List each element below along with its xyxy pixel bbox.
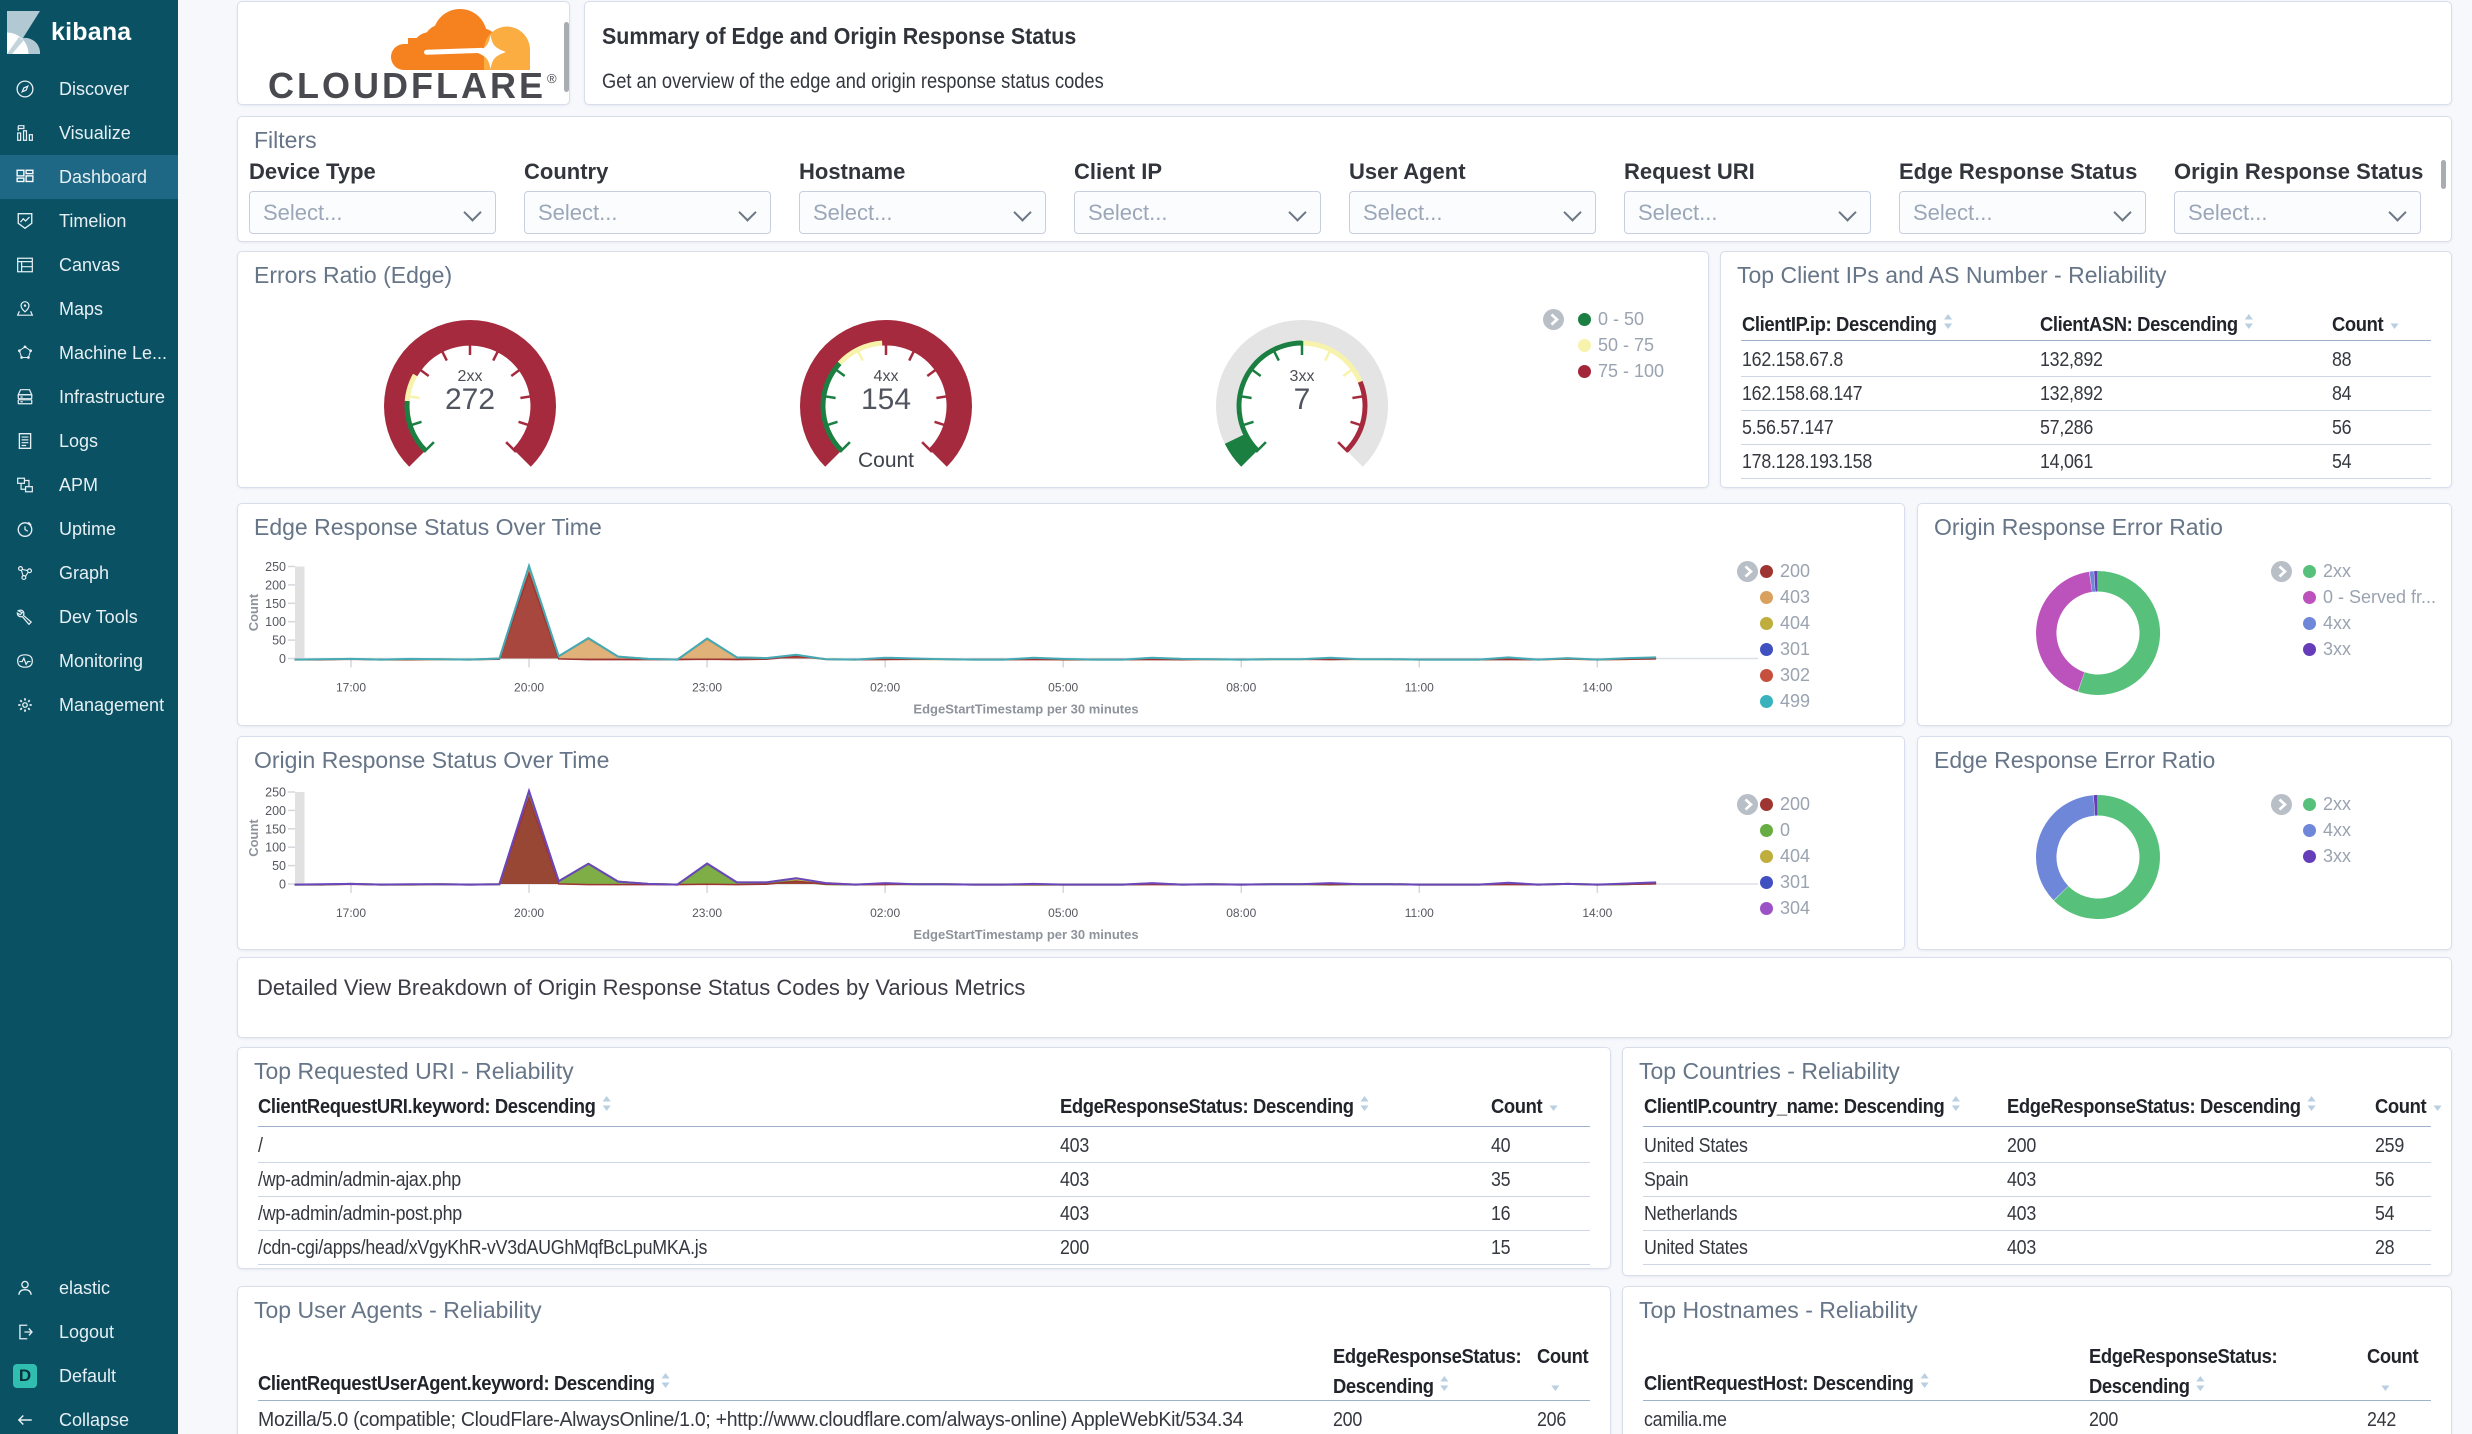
svg-text:200: 200 <box>265 804 286 818</box>
svg-text:272: 272 <box>445 383 495 416</box>
svg-text:7: 7 <box>1294 383 1311 416</box>
svg-text:EdgeStartTimestamp per 30 minu: EdgeStartTimestamp per 30 minutes <box>913 927 1138 942</box>
svg-text:14:00: 14:00 <box>1582 681 1612 695</box>
svg-text:17:00: 17:00 <box>336 906 366 920</box>
svg-text:0: 0 <box>279 878 286 892</box>
svg-text:Count: Count <box>858 449 914 472</box>
svg-text:11:00: 11:00 <box>1405 906 1434 920</box>
svg-text:08:00: 08:00 <box>1226 906 1256 920</box>
svg-text:0: 0 <box>279 652 286 666</box>
svg-text:250: 250 <box>265 786 286 800</box>
svg-text:23:00: 23:00 <box>692 681 722 695</box>
svg-text:150: 150 <box>265 597 286 611</box>
svg-text:02:00: 02:00 <box>870 681 900 695</box>
svg-text:20:00: 20:00 <box>514 681 544 695</box>
svg-text:14:00: 14:00 <box>1582 906 1612 920</box>
svg-text:17:00: 17:00 <box>336 681 366 695</box>
svg-text:05:00: 05:00 <box>1048 906 1078 920</box>
svg-text:50: 50 <box>272 859 286 873</box>
svg-text:CLOUDFLARE: CLOUDFLARE <box>268 65 546 104</box>
svg-text:20:00: 20:00 <box>514 906 544 920</box>
svg-text:05:00: 05:00 <box>1048 681 1078 695</box>
svg-text:02:00: 02:00 <box>870 906 900 920</box>
svg-text:100: 100 <box>265 615 286 629</box>
svg-text:50: 50 <box>272 634 286 648</box>
svg-text:23:00: 23:00 <box>692 906 722 920</box>
svg-text:200: 200 <box>265 578 286 592</box>
svg-text:250: 250 <box>265 560 286 574</box>
svg-text:154: 154 <box>861 383 911 416</box>
svg-text:®: ® <box>547 71 557 86</box>
svg-text:Count: Count <box>246 819 261 857</box>
svg-text:100: 100 <box>265 841 286 855</box>
svg-text:11:00: 11:00 <box>1405 681 1434 695</box>
svg-text:Count: Count <box>246 593 261 631</box>
svg-text:EdgeStartTimestamp per 30 minu: EdgeStartTimestamp per 30 minutes <box>913 702 1138 717</box>
svg-text:150: 150 <box>265 822 286 836</box>
svg-text:08:00: 08:00 <box>1226 681 1256 695</box>
